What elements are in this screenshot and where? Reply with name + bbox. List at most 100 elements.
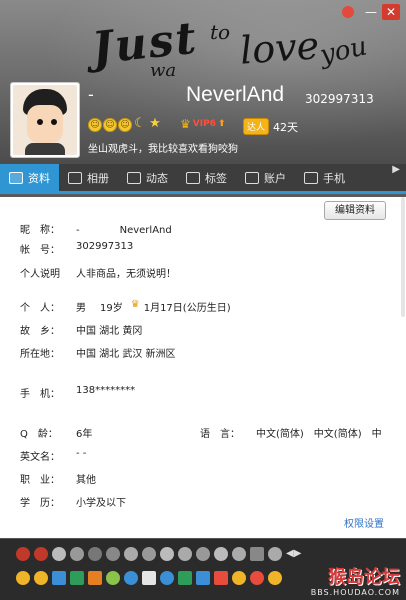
job-row: 职 业： 其他 bbox=[20, 471, 96, 486]
tab-label: 相册 bbox=[87, 171, 109, 185]
edit-profile-button[interactable]: 编辑资料 bbox=[324, 201, 386, 220]
photo-icon bbox=[68, 171, 82, 184]
field-label: 个 人： bbox=[20, 303, 60, 314]
field-label: 英文名： bbox=[20, 452, 60, 463]
app-icon[interactable] bbox=[142, 571, 156, 585]
age-value: 19岁 bbox=[100, 303, 123, 314]
tab-label: 资料 bbox=[28, 171, 50, 185]
heart-icon[interactable] bbox=[52, 547, 66, 561]
english-name-row: 英文名： - - bbox=[20, 448, 86, 463]
watermark-title: 猴岛论坛 bbox=[328, 567, 400, 588]
tab-tags[interactable]: 标签 bbox=[177, 164, 236, 191]
field-label: 所在地： bbox=[20, 349, 60, 360]
field-label: 个人说明 bbox=[20, 269, 60, 280]
nickname: NeverlAnd bbox=[186, 83, 285, 106]
app-icon[interactable] bbox=[196, 571, 210, 585]
tag-icon bbox=[186, 171, 200, 184]
profile-panel: 编辑资料 昵 称： - NeverlAnd 帐 号： 302997313 个人说… bbox=[0, 197, 406, 538]
tab-label: 手机 bbox=[323, 171, 345, 185]
field-value: 人非商品，无须说明！ bbox=[76, 269, 176, 280]
window-controls: — ✕ bbox=[342, 4, 400, 20]
sun-medal-icon: ☺ bbox=[118, 118, 132, 132]
app-icon[interactable] bbox=[160, 571, 174, 585]
diamond-icon[interactable] bbox=[124, 547, 138, 561]
app-icon[interactable] bbox=[250, 571, 264, 585]
heart-icon[interactable] bbox=[268, 547, 282, 561]
briefcase-icon bbox=[245, 171, 259, 184]
header-deco-text: you bbox=[317, 31, 370, 71]
watermark: 猴岛论坛 BBS.HOUDAO.COM bbox=[311, 567, 400, 598]
field-value: 6年 bbox=[76, 429, 93, 440]
tab-label: 账户 bbox=[264, 171, 286, 185]
emoji-row bbox=[16, 571, 282, 585]
signature: 坐山观虎斗，我比较喜欢看狗咬狗 bbox=[88, 144, 238, 155]
tab-account[interactable]: 账户 bbox=[236, 164, 295, 191]
app-icon[interactable] bbox=[178, 571, 192, 585]
medal-icon[interactable] bbox=[106, 547, 120, 561]
diamond-icon[interactable] bbox=[196, 547, 210, 561]
tab-phone[interactable]: 手机 bbox=[295, 164, 354, 191]
tab-feed[interactable]: 动态 bbox=[118, 164, 177, 191]
close-button[interactable]: ✕ bbox=[382, 4, 400, 20]
field-value: 中国 湖北 武汉 新洲区 bbox=[76, 349, 176, 360]
app-icon[interactable] bbox=[124, 571, 138, 585]
vip-label: VIP6 bbox=[192, 119, 216, 129]
app-icon[interactable] bbox=[52, 571, 66, 585]
feed-icon bbox=[127, 171, 141, 184]
app-icon[interactable] bbox=[88, 571, 102, 585]
birthday-value: 1月17日(公历生日) bbox=[143, 303, 231, 314]
crown-icon: ♛ bbox=[130, 299, 140, 310]
star-icon[interactable] bbox=[34, 571, 48, 585]
field-value: 中国 湖北 黄冈 bbox=[76, 326, 143, 337]
diamond-icon[interactable] bbox=[142, 547, 156, 561]
field-label: 帐 号： bbox=[20, 245, 60, 256]
avatar-eye bbox=[37, 119, 43, 125]
vip-badge[interactable]: ♛ VIP6 ⬆ bbox=[180, 117, 226, 131]
avatar-image bbox=[13, 85, 77, 155]
header-deco-text: love bbox=[238, 23, 321, 73]
daren-badge[interactable]: 达人 42天 bbox=[243, 118, 298, 135]
avatar-face bbox=[27, 105, 63, 143]
moon-medal-icon: ☾ bbox=[134, 116, 146, 131]
app-icon[interactable] bbox=[268, 571, 282, 585]
tab-album[interactable]: 相册 bbox=[59, 164, 118, 191]
field-value: 138******** bbox=[76, 385, 136, 396]
skin-button[interactable] bbox=[342, 4, 360, 20]
level-medals[interactable]: ☺ ☺ ☺ ☾ ★ bbox=[88, 116, 162, 132]
scrollbar[interactable] bbox=[401, 197, 405, 317]
diamond-icon[interactable] bbox=[214, 547, 228, 561]
permission-settings-link[interactable]: 权限设置 bbox=[344, 515, 384, 530]
field-value: 其他 bbox=[76, 475, 96, 486]
skin-icon bbox=[342, 6, 354, 18]
app-icon[interactable] bbox=[70, 571, 84, 585]
gift-icon[interactable] bbox=[16, 547, 30, 561]
diamond-icon[interactable] bbox=[232, 547, 246, 561]
diamond-icon[interactable] bbox=[160, 547, 174, 561]
tab-scroll-right-icon[interactable]: ▶ bbox=[392, 164, 406, 191]
sun-icon[interactable] bbox=[16, 571, 30, 585]
emoji-row: ◀▶ bbox=[16, 547, 301, 561]
tab-label: 标签 bbox=[205, 171, 227, 185]
app-icon[interactable] bbox=[232, 571, 246, 585]
minimize-button[interactable]: — bbox=[362, 4, 380, 20]
medal-icon[interactable] bbox=[88, 547, 102, 561]
field-value: 中文(简体) 中文(简体) 中 bbox=[256, 429, 382, 440]
app-icon[interactable] bbox=[106, 571, 120, 585]
diamond-icon[interactable] bbox=[178, 547, 192, 561]
gender-value: 男 bbox=[76, 303, 86, 314]
upgrade-arrow-icon: ⬆ bbox=[217, 119, 226, 129]
field-label: 语 言： bbox=[200, 429, 240, 440]
daren-label: 达人 bbox=[243, 118, 270, 135]
more-emoji-icon[interactable]: ◀▶ bbox=[286, 547, 301, 561]
avatar[interactable] bbox=[10, 82, 80, 158]
tab-profile[interactable]: 资料 bbox=[0, 164, 59, 191]
app-icon[interactable] bbox=[214, 571, 228, 585]
account-row: 帐 号： 302997313 bbox=[20, 241, 133, 256]
field-label: Q 龄： bbox=[20, 429, 58, 440]
badge-icon[interactable] bbox=[250, 547, 264, 561]
description-row: 个人说明 人非商品，无须说明！ bbox=[20, 265, 176, 280]
gift-icon[interactable] bbox=[34, 547, 48, 561]
crown-icon: ♛ bbox=[180, 117, 191, 131]
field-value: - - bbox=[76, 448, 87, 459]
heart-icon[interactable] bbox=[70, 547, 84, 561]
